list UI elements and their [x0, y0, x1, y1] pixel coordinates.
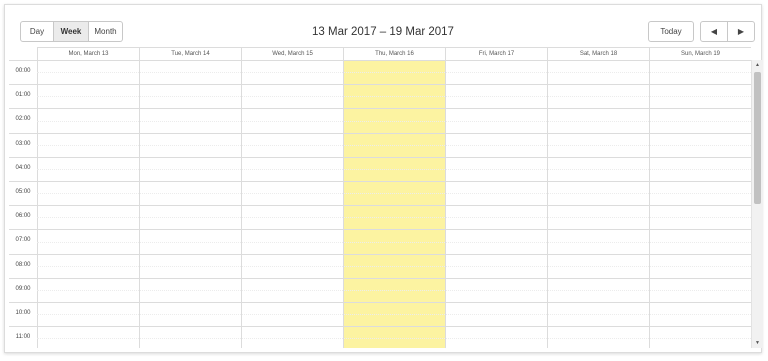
day-column[interactable] — [37, 60, 139, 348]
today-button[interactable]: Today — [648, 21, 694, 42]
hour-line — [9, 229, 751, 231]
half-hour-line — [37, 72, 751, 74]
hour-line — [9, 326, 751, 328]
hour-line — [9, 132, 751, 134]
half-hour-line — [37, 265, 751, 267]
hour-line — [9, 108, 751, 110]
scroll-up-icon[interactable]: ▲ — [752, 62, 763, 68]
day-column[interactable] — [649, 60, 751, 348]
day-column-today[interactable] — [343, 60, 445, 348]
scroll-thumb[interactable] — [754, 72, 761, 204]
hour-label: 09:00 — [15, 285, 31, 292]
hour-label: 01:00 — [15, 92, 31, 99]
hour-label: 10:00 — [15, 310, 31, 316]
day-column[interactable] — [241, 60, 343, 348]
hour-line — [9, 84, 751, 86]
hour-line — [9, 156, 751, 158]
half-hour-line — [37, 241, 751, 243]
time-grid: 00:00 01:00 02:00 03:00 04:00 05:00 06:00 07:00… — [9, 60, 751, 348]
half-hour-line — [37, 193, 751, 195]
hour-line — [9, 253, 751, 255]
hour-label: 02:00 — [15, 116, 31, 123]
half-hour-line — [37, 120, 751, 122]
day-header: Fri, March 17 — [445, 48, 547, 60]
vertical-scrollbar[interactable]: ▲ ▼ — [751, 60, 763, 348]
day-column[interactable] — [445, 60, 547, 348]
chevron-right-icon: ▶ — [737, 27, 745, 36]
day-header: Sat, March 18 — [547, 48, 649, 60]
chevron-left-icon: ◀ — [710, 27, 718, 36]
half-hour-line — [37, 96, 751, 98]
half-hour-line — [37, 168, 751, 170]
half-hour-line — [37, 289, 751, 291]
hour-line — [9, 181, 751, 182]
half-hour-line — [37, 314, 751, 316]
scroll-down-icon[interactable]: ▼ — [752, 340, 763, 346]
hour-line — [9, 60, 751, 61]
prev-button[interactable]: ◀ — [700, 21, 728, 42]
day-header: Tue, March 14 — [139, 48, 241, 60]
hour-label: 05:00 — [15, 189, 31, 195]
day-columns — [37, 60, 751, 348]
half-hour-line — [37, 217, 751, 219]
hour-line — [9, 205, 751, 207]
hour-line — [9, 302, 751, 303]
hour-label: 06:00 — [15, 213, 31, 220]
half-hour-line — [37, 338, 751, 340]
hour-label: 03:00 — [15, 140, 31, 147]
hour-label: 04:00 — [15, 164, 31, 171]
day-header-row: Mon, March 13 Tue, March 14 Wed, March 15 T… — [37, 47, 751, 61]
calendar-panel: Day Week Month 13 Mar 2017 – 19 Mar 2017… — [4, 4, 763, 353]
hour-line — [9, 277, 751, 279]
hour-label: 07:00 — [15, 237, 31, 244]
day-header: Mon, March 13 — [37, 48, 139, 60]
half-hour-line — [37, 144, 751, 146]
day-column[interactable] — [547, 60, 649, 348]
day-header: Thu, March 16 — [343, 48, 445, 60]
day-header: Sun, March 19 — [649, 48, 751, 60]
hour-label: 08:00 — [15, 261, 31, 268]
day-column[interactable] — [139, 60, 241, 348]
next-button[interactable]: ▶ — [727, 21, 755, 42]
hour-label: 00:00 — [15, 68, 31, 74]
hour-label: 11:00 — [15, 334, 31, 341]
day-header: Wed, March 15 — [241, 48, 343, 60]
